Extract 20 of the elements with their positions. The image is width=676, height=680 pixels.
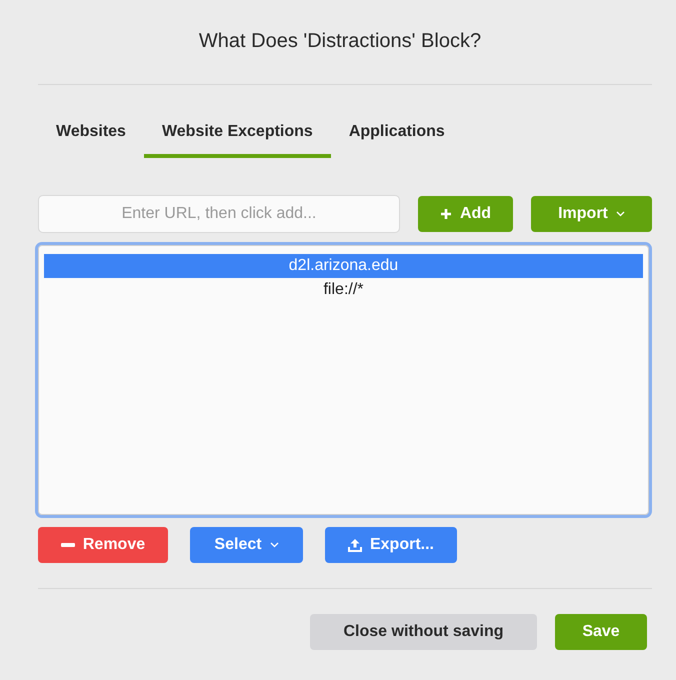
add-button[interactable]: Add (418, 196, 513, 232)
plus-icon (440, 208, 452, 220)
list-item[interactable]: d2l.arizona.edu (44, 254, 643, 278)
tab[interactable]: Applications (330, 111, 463, 158)
list-item[interactable]: file://* (44, 278, 643, 302)
save-button[interactable]: Save (555, 614, 647, 650)
close-button[interactable]: Close without saving (310, 614, 537, 650)
select-button[interactable]: Select (190, 527, 303, 563)
remove-button[interactable]: Remove (38, 527, 168, 563)
export-button[interactable]: Export... (325, 527, 457, 563)
upload-icon (348, 538, 362, 552)
caret-icon (616, 211, 625, 217)
tab[interactable]: Website Exceptions (144, 111, 331, 158)
minus-icon (60, 543, 75, 547)
tab[interactable]: Websites (38, 111, 144, 158)
caret-icon (270, 542, 279, 548)
exceptions-list[interactable]: d2l.arizona.edu file://* (35, 242, 652, 518)
import-button[interactable]: Import (531, 196, 652, 232)
dialog-title: What Does 'Distractions' Block? (198, 29, 482, 54)
url-field[interactable]: Enter URL, then click add... (38, 195, 400, 233)
